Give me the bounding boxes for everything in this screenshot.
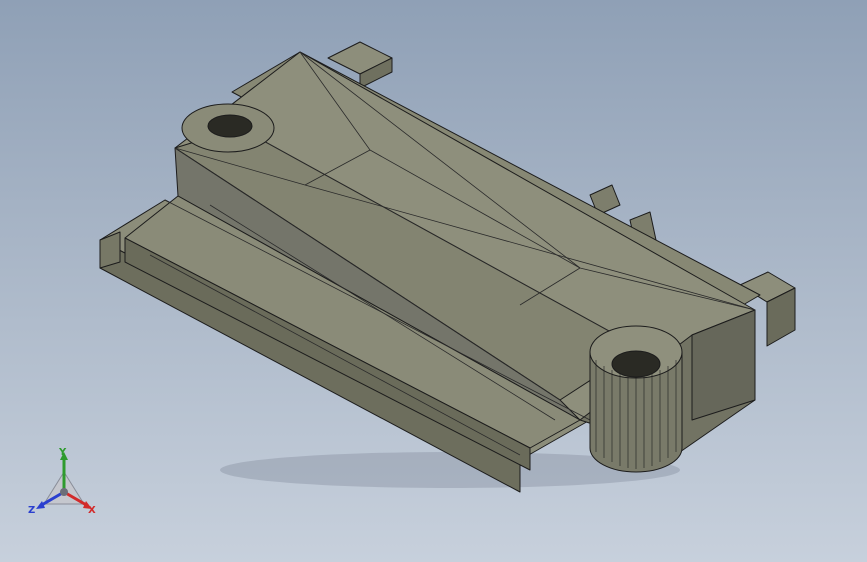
left-rail-end (99, 231, 121, 269)
triad-y-label: Y (59, 447, 67, 458)
view-orientation-triad[interactable]: Y X Z (26, 448, 106, 522)
triad-z-label: Z (28, 505, 36, 516)
connector-3d-model[interactable] (0, 0, 867, 562)
rear-boss-hole (207, 114, 253, 138)
triad-x-label: X (88, 505, 96, 516)
triad-origin (60, 488, 68, 496)
front-boss-hole (611, 350, 661, 378)
graphics-viewport[interactable]: Y X Z (0, 0, 867, 562)
